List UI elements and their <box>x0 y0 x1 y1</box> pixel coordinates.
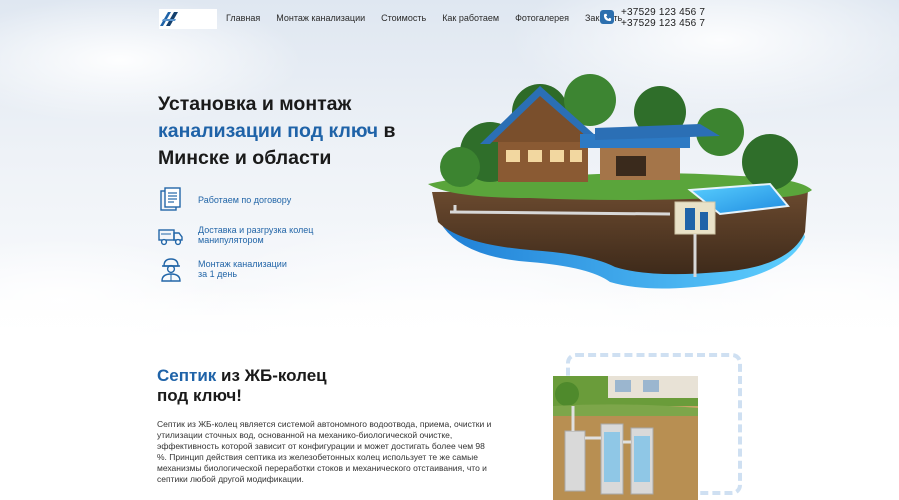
feature-installation-line1: Монтаж канализации <box>198 259 287 269</box>
logo[interactable] <box>159 9 217 29</box>
phone-number-1[interactable]: +37529 123 456 7 <box>621 7 705 18</box>
hero-title: Установка и монтаж канализации под ключ … <box>158 91 418 172</box>
nav-gallery[interactable]: Фотогалерея <box>515 13 569 23</box>
house-island-illustration <box>420 72 820 297</box>
hero-title-line1: Установка и монтаж <box>158 93 352 115</box>
septic-title-rest: из ЖБ-колец <box>216 366 327 385</box>
nav-how-we-work[interactable]: Как работаем <box>442 13 499 23</box>
logo-icon <box>160 12 178 26</box>
hero-title-line3: Минске и области <box>158 147 332 169</box>
feature-contract-text: Работаем по договору <box>198 195 338 205</box>
document-icon <box>157 186 185 214</box>
phone-icon <box>600 10 614 24</box>
septic-section-title: Септик из ЖБ-колец под ключ! <box>157 366 377 406</box>
site-header: Главная Монтаж канализации Стоимость Как… <box>0 0 899 36</box>
nav-installation[interactable]: Монтаж канализации <box>276 13 365 23</box>
nav-home[interactable]: Главная <box>226 13 260 23</box>
septic-title-line2: под ключ! <box>157 386 242 405</box>
phone-numbers: +37529 123 456 7 +37529 123 456 7 <box>621 7 705 29</box>
main-nav: Главная Монтаж канализации Стоимость Как… <box>226 13 638 23</box>
septic-description: Септик из ЖБ-колец является системой авт… <box>157 419 492 484</box>
feature-installation-line2: за 1 день <box>198 269 238 279</box>
feature-delivery-line2: манипулятором <box>198 235 264 245</box>
feature-delivery-text: Доставка и разгрузка колец манипулятором <box>198 225 338 245</box>
nav-price[interactable]: Стоимость <box>381 13 426 23</box>
septic-title-accent: Септик <box>157 366 217 385</box>
feature-installation-text: Монтаж канализации за 1 день <box>198 259 338 279</box>
septic-photo <box>553 376 698 500</box>
truck-icon <box>157 222 185 250</box>
phone-number-2[interactable]: +37529 123 456 7 <box>621 18 705 29</box>
hero-title-accent: канализации под ключ <box>158 120 379 142</box>
feature-contract-line1: Работаем по договору <box>198 195 292 205</box>
hero-title-in: в <box>378 120 396 142</box>
worker-icon <box>157 255 185 283</box>
feature-delivery-line1: Доставка и разгрузка колец <box>198 225 314 235</box>
